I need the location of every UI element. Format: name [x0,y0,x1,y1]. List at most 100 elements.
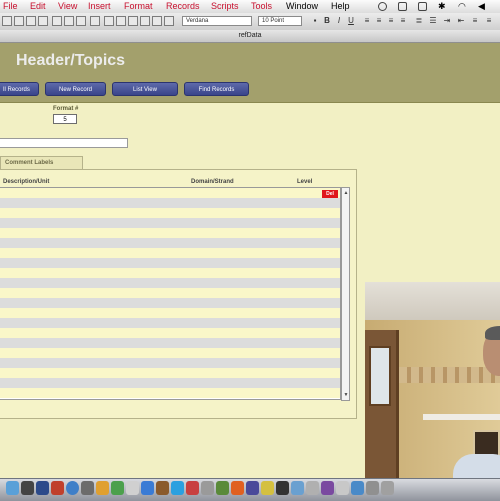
align-left-icon[interactable]: ≡ [362,16,372,26]
filemaker-icon[interactable] [246,481,259,495]
menu-scripts[interactable]: Scripts [211,1,239,11]
notes-icon[interactable] [261,481,274,495]
numbers-icon[interactable] [216,481,229,495]
portal-row[interactable] [0,248,340,258]
portal-row[interactable] [0,378,340,388]
portal-row[interactable] [0,188,340,198]
align-right-icon[interactable]: ≡ [386,16,396,26]
bold-icon[interactable]: B [322,16,332,26]
table-icon[interactable] [152,16,162,26]
address-book-icon[interactable] [126,481,139,495]
copy-icon[interactable] [64,16,74,26]
portal-row[interactable] [0,368,340,378]
downloads-icon[interactable] [366,481,379,495]
find-records-button[interactable]: Find Records [184,82,249,96]
size-select[interactable]: 10 Point [258,16,302,26]
justify-icon[interactable]: ≡ [398,16,408,26]
volume-icon[interactable]: ◀ [478,2,487,11]
portal-row[interactable] [0,238,340,248]
portal-row[interactable] [0,228,340,238]
calendar-icon[interactable] [51,481,64,495]
finder-icon[interactable] [6,481,19,495]
trash-icon[interactable] [381,481,394,495]
portal-row[interactable] [0,198,340,208]
outdent-icon[interactable]: ⇤ [456,16,466,26]
portal-row[interactable] [0,348,340,358]
system-preferences-icon[interactable] [201,481,214,495]
save-icon[interactable] [26,16,36,26]
menu-view[interactable]: View [58,1,77,11]
mail-icon[interactable] [36,481,49,495]
safari-icon[interactable] [66,481,79,495]
wifi-icon[interactable]: ◠ [458,2,467,11]
scroll-down-icon[interactable]: ▼ [343,391,349,399]
portal-row[interactable] [0,388,340,398]
sort-icon[interactable] [104,16,114,26]
spacing-icon[interactable]: ≡ [470,16,480,26]
text-field[interactable] [0,138,128,148]
all-records-button[interactable]: ll Records [0,82,39,96]
chart-icon[interactable] [140,16,150,26]
scroll-up-icon[interactable]: ▲ [343,189,349,197]
open-icon[interactable] [14,16,24,26]
keynote-icon[interactable] [321,481,334,495]
undo-icon[interactable] [90,16,100,26]
sync-icon[interactable] [418,2,427,11]
underline-icon[interactable]: U [346,16,356,26]
paste-icon[interactable] [76,16,86,26]
portal-scrollbar[interactable]: ▲ ▼ [341,187,350,401]
menu-format[interactable]: Format [124,1,153,11]
cut-icon[interactable] [52,16,62,26]
textedit-icon[interactable] [306,481,319,495]
firefox-icon[interactable] [231,481,244,495]
facetime-icon[interactable] [111,481,124,495]
itunes-icon[interactable] [156,481,169,495]
portal-row[interactable] [0,358,340,368]
list-icon[interactable]: ☰ [428,16,438,26]
menu-edit[interactable]: Edit [30,1,46,11]
folder-icon[interactable] [351,481,364,495]
menu-records[interactable]: Records [166,1,200,11]
find-icon[interactable] [116,16,126,26]
display-icon[interactable] [398,2,407,11]
align-center-icon[interactable]: ≡ [374,16,384,26]
tab-comment-labels[interactable]: Comment Labels [0,156,83,169]
italic-icon[interactable]: I [334,16,344,26]
portal-row[interactable] [0,208,340,218]
photo-booth-icon[interactable] [186,481,199,495]
pages-icon[interactable] [291,481,304,495]
portal-row[interactable] [0,258,340,268]
time-machine-icon[interactable] [378,2,387,11]
portal-row[interactable] [0,318,340,328]
format-field[interactable]: 5 [53,114,77,124]
list-view-button[interactable]: List View [112,82,178,96]
print-icon[interactable] [38,16,48,26]
new-icon[interactable] [2,16,12,26]
menu-tools[interactable]: Tools [251,1,272,11]
tabs-icon[interactable]: ≡ [484,16,494,26]
document-icon[interactable] [336,481,349,495]
dashboard-icon[interactable] [21,481,34,495]
portal-row[interactable] [0,298,340,308]
ical-icon[interactable] [96,481,109,495]
menu-insert[interactable]: Insert [88,1,111,11]
app-store-icon[interactable] [141,481,154,495]
portal-row[interactable] [0,338,340,348]
menu-help[interactable]: Help [331,1,350,11]
indent-icon[interactable]: ⇥ [442,16,452,26]
portal-row[interactable] [0,218,340,228]
bluetooth-icon[interactable]: ✱ [438,2,447,11]
portal-row[interactable] [0,308,340,318]
filter-icon[interactable] [128,16,138,26]
line-spacing-icon[interactable]: ≣ [414,16,424,26]
font-select[interactable]: Verdana [182,16,252,26]
skype-icon[interactable] [171,481,184,495]
portal-row[interactable] [0,268,340,278]
portal-row[interactable] [0,278,340,288]
preview-icon[interactable] [81,481,94,495]
portal-row[interactable] [0,328,340,338]
terminal-icon[interactable] [276,481,289,495]
delete-button[interactable]: Del [322,190,338,198]
menu-window[interactable]: Window [286,1,318,11]
color-icon[interactable]: ▪ [310,16,320,26]
